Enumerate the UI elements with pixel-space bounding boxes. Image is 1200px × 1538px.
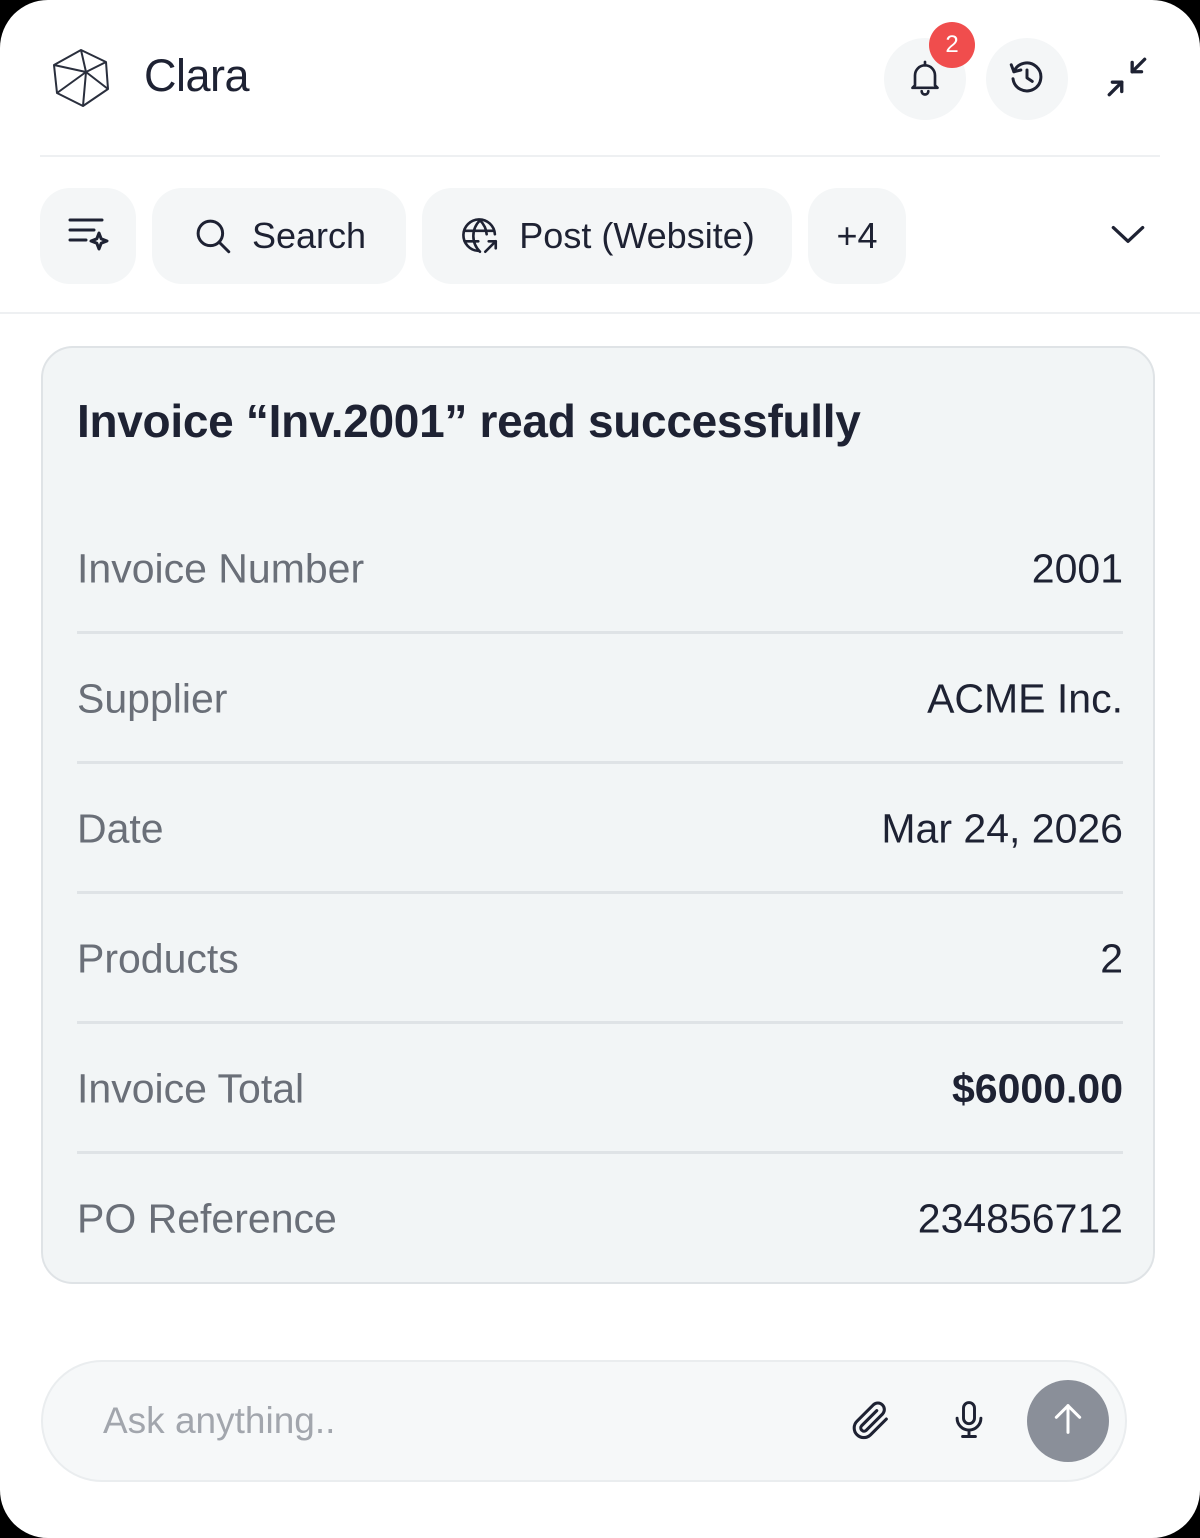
more-tools-button[interactable]: +4 (808, 188, 906, 284)
expand-toolbar-button[interactable] (1100, 208, 1156, 264)
row-value: 234856712 (917, 1195, 1123, 1242)
row-label: Invoice Number (77, 545, 365, 592)
history-icon (1006, 56, 1048, 103)
chat-input[interactable]: Ask anything.. (41, 1360, 1127, 1482)
collapse-icon (1103, 53, 1153, 108)
row-label: Invoice Total (77, 1065, 305, 1112)
send-button[interactable] (1027, 1380, 1109, 1462)
toolbar: Search Post (Website) +4 (0, 188, 1200, 284)
supplier-row: Supplier ACME Inc. (77, 634, 1123, 764)
post-website-button[interactable]: Post (Website) (422, 188, 792, 284)
invoice-total-row: Invoice Total $6000.00 (77, 1024, 1123, 1154)
filter-sparkle-icon (64, 208, 112, 265)
globe-link-icon (459, 215, 501, 257)
row-label: Products (77, 935, 239, 982)
toolbar-divider (0, 312, 1200, 314)
assistant-panel: Clara 2 Search Post (Website) +4 Invoice… (0, 0, 1200, 1538)
row-value: $6000.00 (951, 1065, 1123, 1112)
search-label: Search (251, 215, 367, 256)
date-row: Date Mar 24, 2026 (77, 764, 1123, 894)
history-button[interactable] (986, 38, 1068, 120)
app-title: Clara (144, 50, 250, 101)
products-row: Products 2 (77, 894, 1123, 1024)
row-value: Mar 24, 2026 (881, 805, 1123, 852)
microphone-button[interactable] (939, 1392, 999, 1452)
invoice-card-title: Invoice “Inv.2001” read successfully (77, 395, 861, 447)
row-label: Supplier (77, 675, 228, 722)
search-button[interactable]: Search (152, 188, 406, 284)
search-icon (192, 215, 234, 257)
header: Clara 2 (0, 0, 1200, 156)
more-tools-label: +4 (836, 215, 878, 256)
microphone-icon (947, 1398, 991, 1447)
invoice-card: Invoice “Inv.2001” read successfully Inv… (41, 346, 1155, 1284)
row-label: PO Reference (77, 1195, 337, 1242)
paperclip-icon (848, 1397, 894, 1448)
chevron-down-icon (1106, 212, 1150, 261)
invoice-number-row: Invoice Number 2001 (77, 504, 1123, 634)
row-value: 2 (1100, 935, 1123, 982)
attach-button[interactable] (841, 1392, 901, 1452)
row-value: 2001 (1031, 545, 1123, 592)
filter-button[interactable] (40, 188, 136, 284)
chat-input-placeholder: Ask anything.. (103, 1400, 336, 1441)
collapse-button[interactable] (1098, 50, 1158, 110)
po-reference-row: PO Reference 234856712 (77, 1154, 1123, 1284)
arrow-up-icon (1048, 1399, 1088, 1444)
notification-badge: 2 (929, 22, 975, 68)
logo-icon (50, 47, 112, 109)
row-value: ACME Inc. (927, 675, 1123, 722)
post-website-label: Post (Website) (519, 215, 755, 256)
row-label: Date (77, 805, 164, 852)
header-divider (40, 155, 1160, 157)
